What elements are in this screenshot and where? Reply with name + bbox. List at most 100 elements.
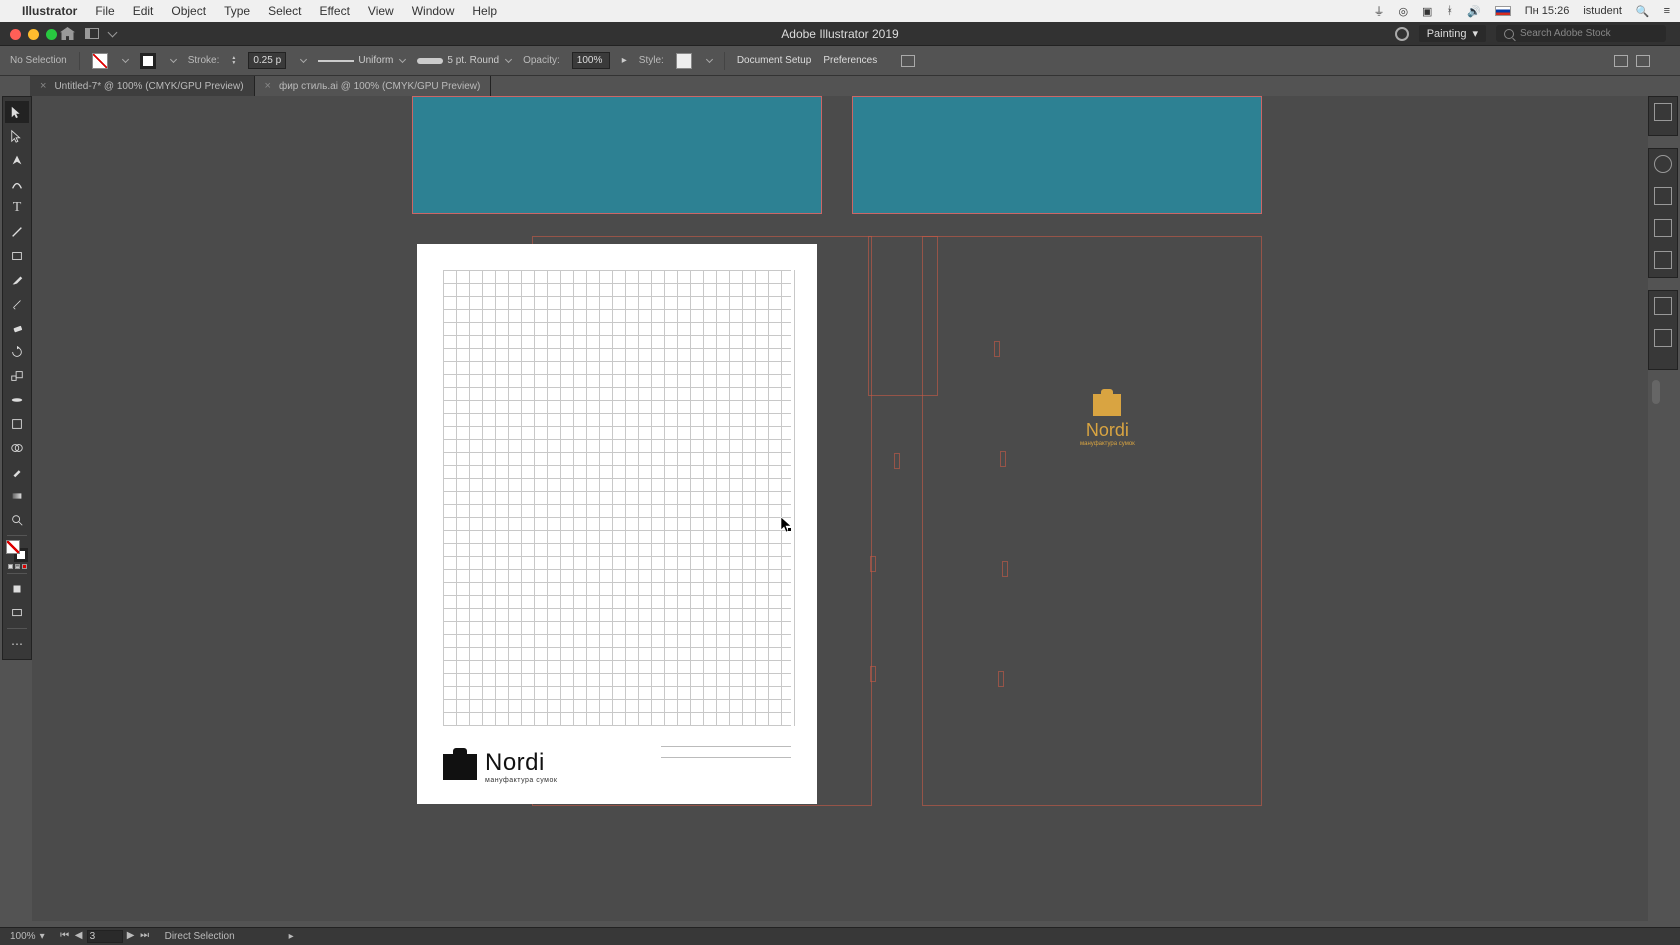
graphic-style-swatch[interactable] <box>676 53 692 69</box>
bluetooth-icon[interactable]: ᚼ <box>1446 5 1453 17</box>
control-bar: No Selection Stroke: ▲▼ Uniform 5 pt. Ro… <box>0 46 1680 76</box>
help-lifesaver-icon[interactable] <box>1395 27 1409 41</box>
menu-extras-icon[interactable]: ≡ <box>1664 5 1670 17</box>
properties-panel-icon[interactable] <box>1654 103 1672 121</box>
menu-type[interactable]: Type <box>224 4 250 18</box>
menu-effect[interactable]: Effect <box>319 4 349 18</box>
edit-toolbar[interactable]: ⋯ <box>5 633 29 655</box>
type-tool[interactable]: T <box>5 197 29 219</box>
doc-tab-1[interactable]: × Untitled-7* @ 100% (CMYK/GPU Preview) <box>30 76 255 96</box>
clock[interactable]: Пн 15:26 <box>1525 5 1570 17</box>
gradient-tool[interactable] <box>5 485 29 507</box>
shaper-tool[interactable] <box>5 293 29 315</box>
artboard-teal-left[interactable] <box>412 96 822 214</box>
layout-picker-icon[interactable] <box>85 28 99 39</box>
zoom-tool[interactable] <box>5 509 29 531</box>
document-setup-button[interactable]: Document Setup <box>737 55 812 66</box>
home-icon[interactable] <box>60 27 75 40</box>
app-name[interactable]: Illustrator <box>22 4 77 18</box>
stroke-swatch[interactable] <box>140 53 156 69</box>
prev-artboard-icon[interactable]: ◀ <box>73 930 85 940</box>
volume-icon[interactable]: 🔊 <box>1467 5 1481 18</box>
fill-swatch[interactable] <box>92 53 108 69</box>
menu-file[interactable]: File <box>95 4 114 18</box>
essentials-panel-icon[interactable] <box>1636 55 1650 67</box>
paintbrush-tool[interactable] <box>5 269 29 291</box>
minimize-window-button[interactable] <box>28 29 39 40</box>
rectangle-tool[interactable] <box>5 245 29 267</box>
last-artboard-icon[interactable]: ⏭ <box>139 930 151 940</box>
stroke-weight-input[interactable] <box>248 52 286 69</box>
vertical-scrollbar-thumb[interactable] <box>1652 380 1660 404</box>
maximize-window-button[interactable] <box>46 29 57 40</box>
preferences-button[interactable]: Preferences <box>823 55 877 66</box>
nordi-logo-black[interactable]: Nordi мануфактура сумок <box>443 749 557 784</box>
status-play-icon[interactable]: ▸ <box>289 931 294 942</box>
artboard-number-input[interactable] <box>87 930 123 943</box>
workspace-switcher[interactable]: Painting ▾ <box>1419 25 1486 42</box>
layout-chevron-icon[interactable] <box>108 27 118 37</box>
user-menu[interactable]: istudent <box>1583 5 1622 17</box>
pen-tool[interactable] <box>5 149 29 171</box>
fill-stroke-indicator[interactable] <box>6 540 28 562</box>
opacity-input[interactable] <box>572 52 610 69</box>
width-tool[interactable] <box>5 389 29 411</box>
tool-hint: Direct Selection <box>165 931 235 942</box>
close-window-button[interactable] <box>10 29 21 40</box>
canvas[interactable]: Nordi мануфактура сумок Nordi мануфактур… <box>32 96 1648 921</box>
stroke-dd-icon[interactable] <box>300 56 307 63</box>
opacity-dd-icon[interactable]: ▸ <box>622 55 627 66</box>
menu-view[interactable]: View <box>368 4 394 18</box>
input-language-flag-icon[interactable] <box>1495 6 1511 16</box>
rotate-tool[interactable] <box>5 341 29 363</box>
next-artboard-icon[interactable]: ▶ <box>125 930 137 940</box>
menu-object[interactable]: Object <box>171 4 206 18</box>
menu-select[interactable]: Select <box>268 4 301 18</box>
draw-mode-normal[interactable] <box>5 578 29 600</box>
menu-window[interactable]: Window <box>412 4 455 18</box>
brush-definition[interactable]: 5 pt. Round <box>417 55 511 66</box>
network-icon[interactable]: ◎ <box>1398 5 1408 18</box>
menu-help[interactable]: Help <box>472 4 497 18</box>
first-artboard-icon[interactable]: ⏮ <box>59 930 71 940</box>
free-transform-tool[interactable] <box>5 413 29 435</box>
align-icon[interactable] <box>901 55 915 67</box>
color-mode-buttons[interactable] <box>8 564 27 569</box>
layers-panel-icon[interactable] <box>1654 297 1672 315</box>
doc-tab1-label: Untitled-7* @ 100% (CMYK/GPU Preview) <box>54 81 243 92</box>
line-tool[interactable] <box>5 221 29 243</box>
asset-export-panel-icon[interactable] <box>1654 329 1672 347</box>
direct-selection-tool[interactable] <box>5 125 29 147</box>
stroke-stepper-icon[interactable]: ▲▼ <box>231 56 236 66</box>
wifi-icon[interactable]: ⏚ <box>1373 3 1384 19</box>
eyedropper-tool[interactable] <box>5 461 29 483</box>
screen-mode[interactable] <box>5 602 29 624</box>
swatches-panel-icon[interactable] <box>1654 219 1672 237</box>
fill-chevron-icon[interactable] <box>122 56 129 63</box>
display-icon[interactable]: ▣ <box>1422 5 1432 18</box>
artboard-grid-page[interactable]: Nordi мануфактура сумок <box>417 244 817 804</box>
brushes-panel-icon[interactable] <box>1654 251 1672 269</box>
close-tab-icon[interactable]: × <box>265 80 271 92</box>
stock-search-field[interactable]: Search Adobe Stock <box>1496 25 1666 42</box>
stroke-chevron-icon[interactable] <box>170 56 177 63</box>
opacity-label: Opacity: <box>523 55 560 66</box>
style-dd-icon[interactable] <box>706 56 713 63</box>
curvature-tool[interactable] <box>5 173 29 195</box>
variable-width-profile[interactable]: Uniform <box>318 55 405 66</box>
style-label: Style: <box>639 55 664 66</box>
artboard-teal-right[interactable] <box>852 96 1262 214</box>
shape-builder-tool[interactable] <box>5 437 29 459</box>
color-guide-panel-icon[interactable] <box>1654 187 1672 205</box>
transform-panel-icon[interactable] <box>1614 55 1628 67</box>
spotlight-icon[interactable]: 🔍 <box>1636 5 1650 18</box>
close-tab-icon[interactable]: × <box>40 80 46 92</box>
color-panel-icon[interactable] <box>1654 155 1672 173</box>
nordi-logo-gold[interactable]: Nordi мануфактура сумок <box>1080 394 1135 447</box>
doc-tab-2[interactable]: × фир стиль.ai @ 100% (CMYK/GPU Preview) <box>255 76 492 96</box>
eraser-tool[interactable] <box>5 317 29 339</box>
menu-edit[interactable]: Edit <box>133 4 154 18</box>
selection-tool[interactable] <box>5 101 29 123</box>
zoom-control[interactable]: 100% ▾ <box>10 931 45 942</box>
scale-tool[interactable] <box>5 365 29 387</box>
